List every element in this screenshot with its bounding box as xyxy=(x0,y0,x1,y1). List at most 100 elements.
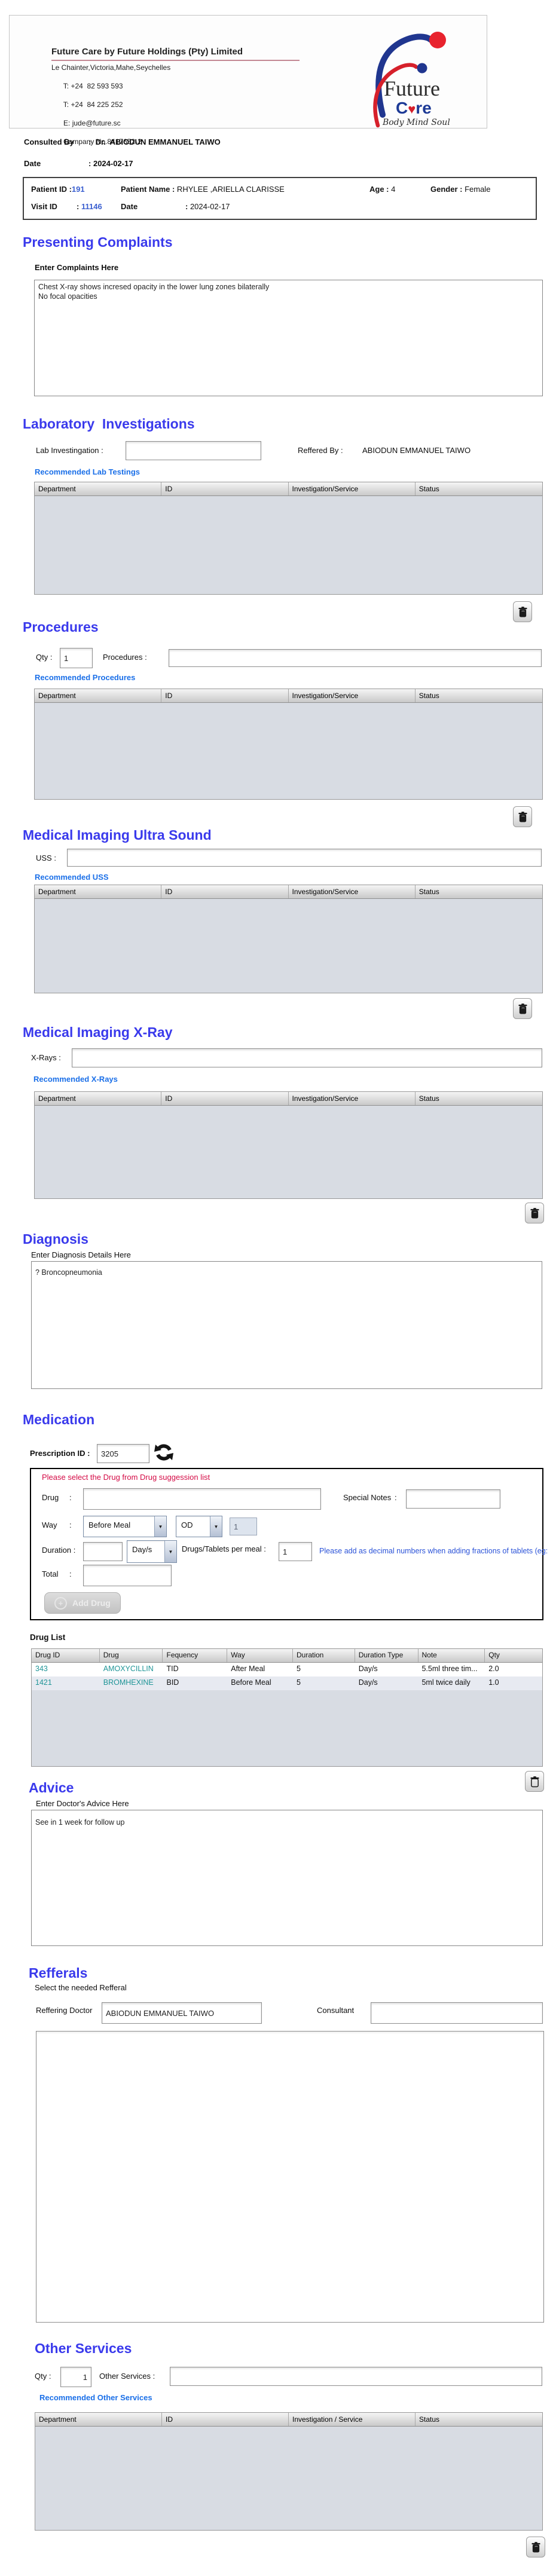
uss-table: Department ID Investigation/Service Stat… xyxy=(34,885,543,993)
way-cell: Before Meal xyxy=(227,1676,293,1690)
patient-info-box: Patient ID :191 Patient Name : RHYLEE ,A… xyxy=(23,177,537,220)
reffering-doctor-input[interactable] xyxy=(102,2002,262,2024)
drug-name-cell[interactable]: AMOXYCILLIN xyxy=(100,1663,163,1676)
special-notes-input[interactable] xyxy=(406,1489,500,1509)
add-drug-button[interactable]: + Add Drug xyxy=(44,1592,121,1614)
other-services-table: Department ID Investigation / Service St… xyxy=(35,2412,543,2531)
procedures-delete-button[interactable] xyxy=(513,806,532,827)
drug-table-row[interactable]: 1421 BROMHEXINE BID Before Meal 5 Day/s … xyxy=(32,1676,542,1690)
trash-icon xyxy=(518,811,528,823)
procedures-input[interactable] xyxy=(169,649,542,667)
complaints-textarea[interactable]: Chest X-ray shows incresed opacity in th… xyxy=(34,280,543,396)
section-heading-xray: Medical Imaging X-Ray xyxy=(23,1024,173,1041)
per-meal-input[interactable] xyxy=(279,1542,312,1561)
diagnosis-textarea[interactable]: ? Broncopneumonia xyxy=(31,1261,542,1389)
uss-delete-button[interactable] xyxy=(513,998,532,1019)
other-services-table-header: Department ID Investigation / Service St… xyxy=(35,2413,542,2427)
company-phone-2: T: +24 84 225 252 xyxy=(63,100,123,109)
drug-id-cell[interactable]: 1421 xyxy=(32,1676,100,1690)
frequency-select[interactable]: OD ▼ xyxy=(176,1516,222,1537)
future-care-logo-icon: Future C♥re Body Mind Soul xyxy=(362,24,464,128)
way-select[interactable]: Before Meal ▼ xyxy=(83,1516,167,1537)
column-header: ID xyxy=(161,689,288,702)
procedures-qty-label: Qty : xyxy=(36,653,52,662)
column-header: Drug xyxy=(100,1649,163,1662)
column-header: Status xyxy=(416,885,542,898)
lab-investigation-label: Lab Investingation : xyxy=(36,446,103,455)
consultant-input[interactable] xyxy=(371,2002,543,2024)
section-heading-medication: Medication xyxy=(23,1412,94,1428)
column-header: Drug ID xyxy=(32,1649,100,1662)
xray-delete-button[interactable] xyxy=(525,1203,544,1223)
note-cell: 5.5ml three tim... xyxy=(418,1663,485,1676)
total-colon: : xyxy=(69,1570,72,1578)
consultation-report-page: Future Care by Future Holdings (Pty) Lim… xyxy=(0,0,556,2576)
lab-delete-button[interactable] xyxy=(513,601,532,622)
procedures-table: Department ID Investigation/Service Stat… xyxy=(34,689,543,800)
uss-table-header: Department ID Investigation/Service Stat… xyxy=(35,885,542,899)
column-header: ID xyxy=(162,2413,289,2426)
column-header: Investigation/Service xyxy=(289,1092,416,1105)
advice-textarea[interactable]: See in 1 week for follow up xyxy=(31,1810,543,1946)
trash-icon xyxy=(531,2541,541,2553)
company-header-card: Future Care by Future Holdings (Pty) Lim… xyxy=(9,15,487,129)
other-services-delete-button[interactable] xyxy=(526,2537,545,2557)
column-header: ID xyxy=(161,885,288,898)
column-header: Department xyxy=(35,2413,162,2426)
drug-id-cell[interactable]: 343 xyxy=(32,1663,100,1676)
trash-icon xyxy=(518,1003,528,1015)
duration-input[interactable] xyxy=(83,1542,123,1561)
drug-list-label: Drug List xyxy=(30,1633,65,1642)
drug-name-cell[interactable]: BROMHEXINE xyxy=(100,1676,163,1690)
refresh-prescription-button[interactable] xyxy=(153,1442,175,1463)
logo-tagline: Body Mind Soul xyxy=(382,118,450,127)
uss-input[interactable] xyxy=(67,849,542,867)
lab-table-header: Department ID Investigation/Service Stat… xyxy=(35,482,542,496)
xray-input[interactable] xyxy=(72,1048,542,1067)
prescription-id-input[interactable] xyxy=(97,1444,149,1463)
lab-referred-by-label: Reffered By : xyxy=(298,446,343,455)
frequency-select-value: OD xyxy=(176,1516,210,1537)
drug-table-header: Drug ID Drug Fequency Way Duration Durat… xyxy=(32,1649,542,1663)
dropdown-arrow-icon: ▼ xyxy=(164,1541,176,1562)
column-header: Status xyxy=(416,482,542,495)
logo-word-future: Future xyxy=(384,77,440,100)
logo-word-care: C♥re xyxy=(396,99,432,117)
patient-id: Patient ID :191 xyxy=(31,185,85,194)
patient-age: Age : 4 xyxy=(369,185,395,194)
drug-list-table: Drug ID Drug Fequency Way Duration Durat… xyxy=(31,1648,543,1767)
drug-input[interactable] xyxy=(83,1488,321,1510)
drug-label: Drug xyxy=(42,1493,59,1502)
dropdown-arrow-icon: ▼ xyxy=(154,1516,166,1537)
qty-cell: 1.0 xyxy=(485,1676,542,1690)
column-header: Duration xyxy=(293,1649,355,1662)
refferal-list-box[interactable] xyxy=(36,2031,544,2323)
other-qty-input[interactable] xyxy=(60,2367,91,2387)
patient-name: Patient Name : RHYLEE ,ARIELLA CLARISSE xyxy=(121,185,285,194)
other-qty-label: Qty : xyxy=(35,2372,51,2381)
section-heading-refferals: Refferals xyxy=(29,1965,87,1981)
duration-type-select[interactable]: Day/s ▼ xyxy=(127,1540,177,1563)
section-heading-procedures: Procedures xyxy=(23,619,99,635)
frequency-cell: BID xyxy=(163,1676,227,1690)
procedures-label: Procedures : xyxy=(103,653,147,662)
recommended-other-services-label: Recommended Other Services xyxy=(39,2393,152,2402)
total-input[interactable] xyxy=(83,1565,172,1586)
dropdown-arrow-icon: ▼ xyxy=(210,1516,222,1537)
column-header: Note xyxy=(418,1649,485,1662)
visit-date: Date: 2024-02-17 xyxy=(121,202,230,211)
recommended-uss-label: Recommended USS xyxy=(35,873,109,882)
duration-cell: 5 xyxy=(293,1676,355,1690)
recommended-xrays-label: Recommended X-Rays xyxy=(33,1075,118,1084)
column-header: Way xyxy=(227,1649,293,1662)
drug-table-row[interactable]: 343 AMOXYCILLIN TID After Meal 5 Day/s 5… xyxy=(32,1663,542,1676)
column-header: Investigation/Service xyxy=(289,689,416,702)
procedures-qty-input[interactable] xyxy=(60,648,93,668)
consult-date-line: Date: 2024-02-17 xyxy=(24,159,133,168)
section-heading-ultrasound: Medical Imaging Ultra Sound xyxy=(23,827,212,843)
xray-label: X-Rays : xyxy=(31,1053,61,1062)
lab-investigation-input[interactable] xyxy=(126,441,261,460)
way-cell: After Meal xyxy=(227,1663,293,1676)
other-services-input[interactable] xyxy=(170,2367,542,2386)
drug-list-delete-button[interactable] xyxy=(525,1771,544,1792)
